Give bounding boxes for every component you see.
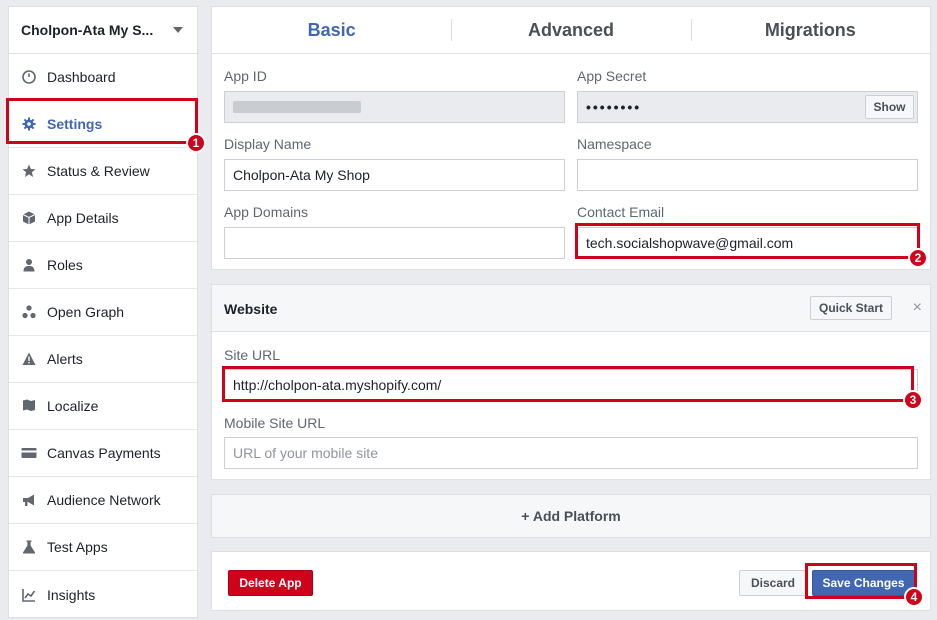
sidebar-item-label: Dashboard: [47, 69, 116, 85]
chevron-down-icon: [173, 27, 183, 33]
delete-app-button[interactable]: Delete App: [228, 570, 313, 596]
app-id-field: [224, 91, 565, 123]
save-changes-button[interactable]: Save Changes: [812, 570, 915, 596]
display-name-field[interactable]: Cholpon-Ata My Shop: [224, 159, 565, 191]
app-id-redacted: [233, 101, 361, 113]
add-platform-button[interactable]: + Add Platform: [211, 494, 931, 538]
sidebar-item-dashboard[interactable]: Dashboard: [9, 54, 197, 101]
sidebar-item-insights[interactable]: Insights: [9, 571, 197, 618]
tab-bar: Basic Advanced Migrations: [212, 7, 930, 54]
mobile-url-placeholder: URL of your mobile site: [233, 445, 378, 461]
website-header: Website Quick Start ×: [212, 285, 930, 332]
quick-start-button[interactable]: Quick Start: [810, 296, 892, 320]
tab-migrations[interactable]: Migrations: [690, 7, 930, 53]
website-panel: Website Quick Start × Site URL http://ch…: [211, 284, 931, 480]
display-name-value: Cholpon-Ata My Shop: [233, 167, 370, 183]
show-secret-button[interactable]: Show: [865, 95, 914, 119]
tab-basic[interactable]: Basic: [212, 7, 451, 53]
annotation-badge-3: 3: [903, 390, 923, 410]
app-name: Cholpon-Ata My S...: [21, 22, 154, 38]
sidebar-item-label: Audience Network: [47, 492, 161, 508]
person-icon: [21, 257, 37, 273]
sidebar-item-label: Canvas Payments: [47, 445, 161, 461]
megaphone-icon: [21, 492, 37, 508]
sidebar-item-label: Localize: [47, 398, 99, 414]
star-icon: [21, 163, 37, 179]
sidebar-item-canvas-payments[interactable]: Canvas Payments: [9, 430, 197, 477]
sidebar-item-label: Status & Review: [47, 163, 150, 179]
gear-icon: [21, 116, 37, 132]
sidebar-item-label: Alerts: [47, 351, 83, 367]
warning-icon: [21, 351, 37, 367]
app-id-label: App ID: [224, 68, 267, 84]
sidebar-item-label: Insights: [47, 586, 96, 603]
annotation-badge-4: 4: [904, 587, 924, 607]
site-url-label: Site URL: [224, 347, 281, 363]
sidebar-item-status-review[interactable]: Status & Review: [9, 148, 197, 195]
app-selector[interactable]: Cholpon-Ata My S...: [9, 7, 197, 54]
flask-icon: [21, 539, 37, 555]
cube-icon: [21, 210, 37, 226]
card-icon: [21, 445, 37, 461]
contact-email-field[interactable]: tech.socialshopwave@gmail.com: [577, 227, 918, 259]
sidebar-item-roles[interactable]: Roles: [9, 242, 197, 289]
mobile-url-field[interactable]: URL of your mobile site: [224, 437, 918, 469]
app-secret-label: App Secret: [577, 68, 647, 84]
close-icon[interactable]: ×: [913, 299, 922, 317]
sidebar-item-label: Roles: [47, 257, 83, 273]
graph-icon: [21, 304, 37, 320]
display-name-label: Display Name: [224, 136, 312, 152]
sidebar-item-label: Settings: [47, 116, 103, 132]
sidebar: Cholpon-Ata My S... Dashboard Settings S…: [8, 6, 198, 618]
annotation-badge-2: 2: [908, 248, 928, 268]
sidebar-item-settings[interactable]: Settings: [9, 101, 197, 148]
sidebar-item-alerts[interactable]: Alerts: [9, 336, 197, 383]
namespace-label: Namespace: [577, 136, 652, 152]
contact-email-label: Contact Email: [577, 204, 665, 220]
add-platform-label: + Add Platform: [521, 508, 621, 524]
annotation-badge-1: 1: [186, 133, 206, 153]
sidebar-item-label: Open Graph: [47, 304, 125, 320]
mobile-url-label: Mobile Site URL: [224, 415, 326, 431]
app-domains-field[interactable]: [224, 227, 565, 259]
flag-icon: [21, 398, 37, 414]
sidebar-item-audience-network[interactable]: Audience Network: [9, 477, 197, 524]
namespace-field[interactable]: [577, 159, 918, 191]
tab-advanced[interactable]: Advanced: [451, 7, 690, 53]
app-secret-value: ••••••••: [586, 99, 642, 115]
site-url-field[interactable]: http://cholpon-ata.myshopify.com/: [224, 369, 918, 401]
discard-button[interactable]: Discard: [739, 570, 807, 596]
sidebar-item-test-apps[interactable]: Test Apps: [9, 524, 197, 571]
sidebar-item-open-graph[interactable]: Open Graph: [9, 289, 197, 336]
app-domains-label: App Domains: [224, 204, 309, 220]
sidebar-item-label: App Details: [47, 210, 119, 226]
site-url-value: http://cholpon-ata.myshopify.com/: [233, 377, 442, 393]
chart-icon: [21, 587, 37, 603]
footer-panel: Delete App Discard Save Changes: [211, 551, 931, 611]
sidebar-item-app-details[interactable]: App Details: [9, 195, 197, 242]
contact-email-value: tech.socialshopwave@gmail.com: [586, 235, 794, 251]
dashboard-icon: [21, 69, 37, 85]
basic-settings-panel: Basic Advanced Migrations App ID App Sec…: [211, 6, 931, 270]
sidebar-item-localize[interactable]: Localize: [9, 383, 197, 430]
sidebar-item-label: Test Apps: [47, 539, 108, 555]
website-title: Website: [224, 301, 278, 317]
